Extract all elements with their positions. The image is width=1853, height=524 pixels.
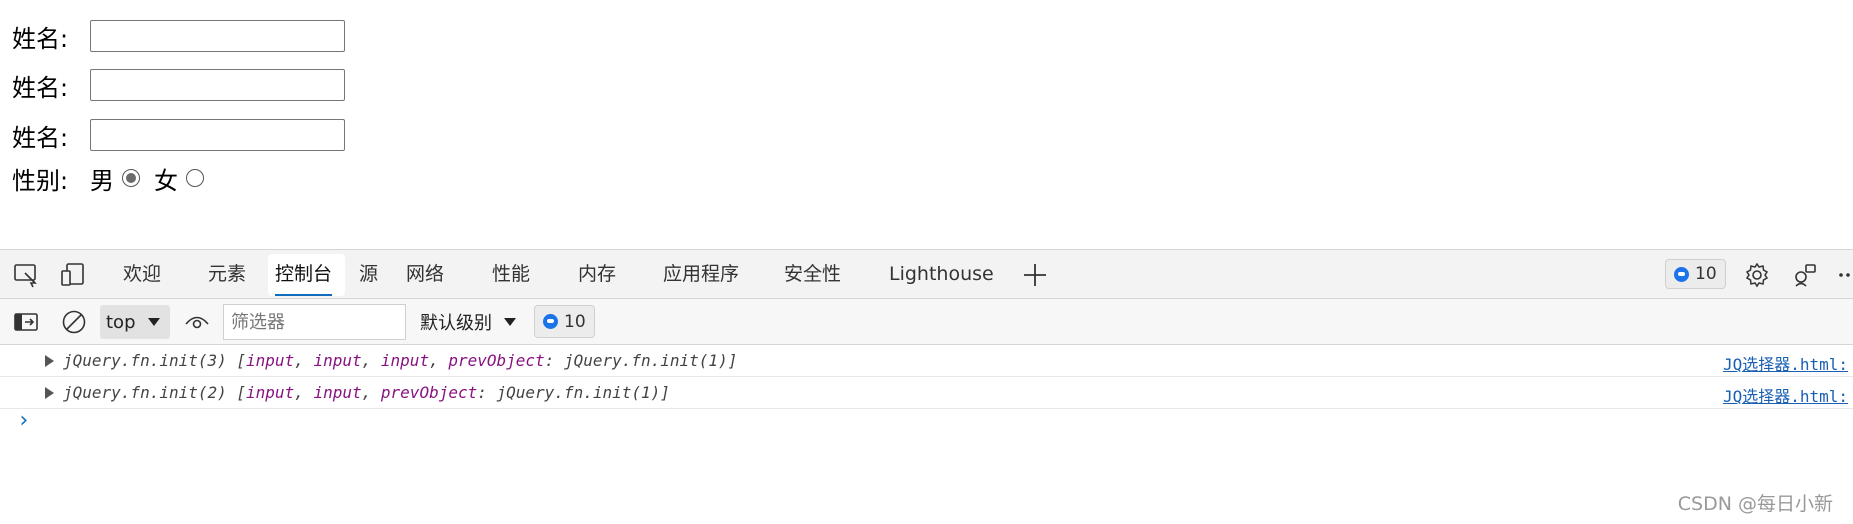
gender-row: 性别: 男 女 (12, 160, 218, 196)
tab-memory[interactable]: 内存 (578, 250, 616, 298)
tab-welcome[interactable]: 欢迎 (123, 250, 161, 298)
log-item: input (313, 383, 362, 402)
log-item: input (313, 351, 362, 370)
name-input-3[interactable] (90, 119, 345, 151)
gear-icon[interactable] (1744, 262, 1770, 288)
issues-badge[interactable]: 10 (1665, 259, 1726, 289)
gender-label: 性别: (12, 166, 69, 195)
name-row-3: 姓名: (12, 117, 345, 153)
devtools-panel: 欢迎 元素 控制台 源 网络 性能 内存 应用程序 安全性 Lighthouse… (0, 249, 1853, 524)
expand-triangle-icon[interactable] (45, 386, 54, 399)
tab-elements[interactable]: 元素 (208, 250, 246, 298)
log-level-dropdown[interactable]: 默认级别 (420, 305, 516, 339)
more-options-icon[interactable] (1834, 262, 1853, 288)
message-icon (1674, 266, 1689, 282)
log-prevobject-value: jQuery.fn.init(1)] (496, 383, 670, 402)
name-label: 姓名: (12, 73, 69, 102)
context-value: top (106, 311, 136, 333)
chevron-down-icon (147, 318, 160, 326)
log-source-link[interactable]: JQ选择器.html: (1723, 351, 1853, 375)
filter-input[interactable] (223, 304, 406, 340)
tab-security[interactable]: 安全性 (784, 250, 841, 298)
name-label: 姓名: (12, 123, 69, 152)
sidebar-toggle-icon[interactable] (13, 309, 39, 335)
tab-performance[interactable]: 性能 (492, 250, 530, 298)
male-radio[interactable] (122, 169, 140, 187)
log-item: input (246, 351, 295, 370)
page-form: 姓名: 姓名: 姓名: 性别: 男 女 (0, 0, 1853, 250)
clear-console-icon[interactable] (61, 309, 87, 335)
messages-count: 10 (564, 311, 586, 332)
expand-triangle-icon[interactable] (45, 354, 54, 367)
console-toolbar: top 默认级别 10 (0, 299, 1853, 345)
female-label: 女 (154, 166, 178, 195)
console-prompt[interactable]: › (17, 408, 30, 433)
messages-badge[interactable]: 10 (534, 305, 595, 338)
tab-lighthouse[interactable]: Lighthouse (889, 250, 994, 298)
devtools-tabbar: 欢迎 元素 控制台 源 网络 性能 内存 应用程序 安全性 Lighthouse… (0, 249, 1853, 299)
log-item: input (380, 351, 430, 370)
chevron-down-icon (504, 318, 516, 326)
name-label: 姓名: (12, 24, 69, 53)
add-tab-icon[interactable] (1022, 262, 1048, 288)
name-input-1[interactable] (90, 20, 345, 52)
message-icon (543, 314, 558, 329)
tab-sources[interactable]: 源 (359, 250, 378, 298)
live-expression-eye-icon[interactable] (184, 309, 210, 335)
log-item: input (246, 383, 295, 402)
watermark: CSDN @每日小新 (1677, 493, 1833, 515)
tab-console[interactable]: 控制台 (275, 250, 333, 298)
tab-application[interactable]: 应用程序 (663, 250, 739, 298)
console-output: jQuery.fn.init(3) [ input, input, input,… (0, 345, 1853, 524)
log-prefix: jQuery.fn.init(2) [ (63, 383, 247, 402)
device-emulation-icon[interactable] (60, 262, 86, 288)
name-row-2: 姓名: (12, 67, 345, 103)
issues-count: 10 (1695, 264, 1717, 284)
log-prevobject-value: jQuery.fn.init(1)] (563, 351, 738, 370)
male-label: 男 (90, 166, 114, 195)
log-prevobject-key: prevObject (448, 351, 545, 370)
tab-network[interactable]: 网络 (406, 250, 444, 298)
inspect-element-icon[interactable] (13, 262, 39, 288)
context-selector[interactable]: top (100, 305, 170, 339)
name-input-2[interactable] (90, 69, 345, 101)
log-prevobject-key: prevObject (380, 383, 478, 402)
console-log-row[interactable]: jQuery.fn.init(3) [ input, input, input,… (0, 345, 1853, 377)
log-prefix: jQuery.fn.init(3) [ (63, 351, 247, 370)
log-source-link[interactable]: JQ选择器.html: (1723, 383, 1853, 407)
customize-icon[interactable] (1792, 262, 1818, 288)
name-row-1: 姓名: (12, 18, 345, 54)
female-radio[interactable] (186, 169, 204, 187)
console-log-row[interactable]: jQuery.fn.init(2) [ input, input, prevOb… (0, 377, 1853, 409)
log-level-value: 默认级别 (420, 313, 492, 334)
